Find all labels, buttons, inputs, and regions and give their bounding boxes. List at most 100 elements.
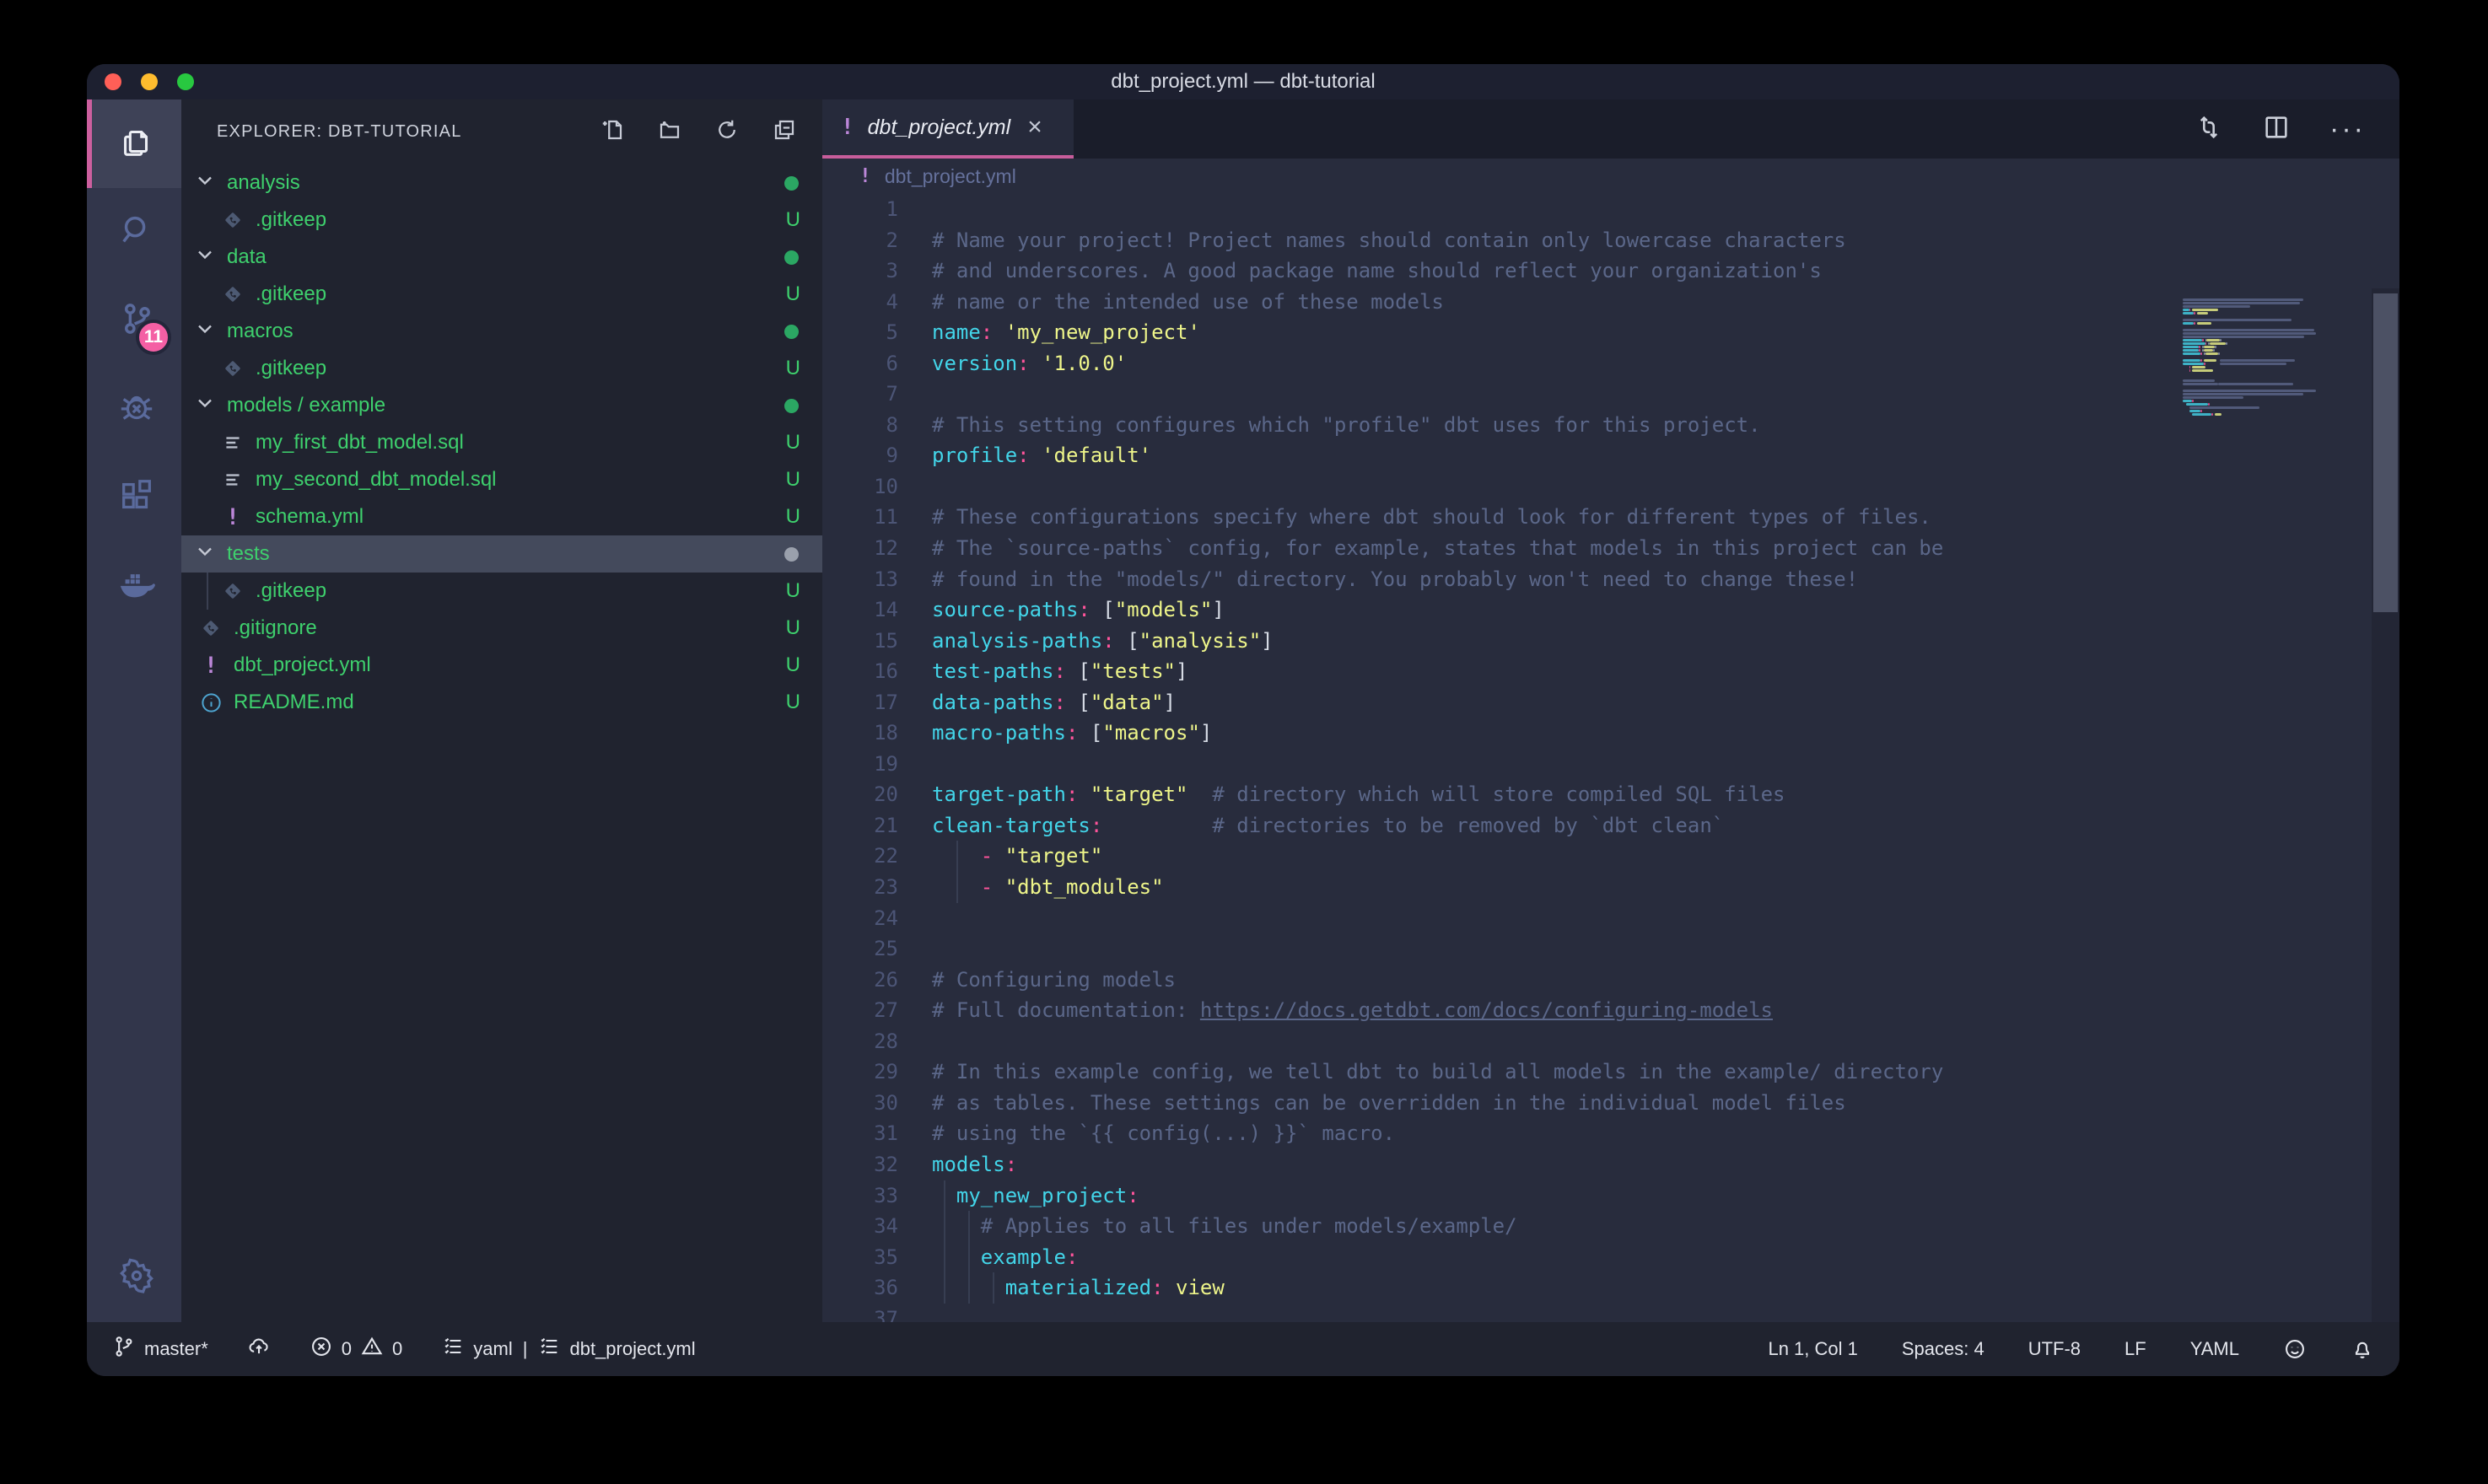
chevron-down-icon: [193, 391, 217, 421]
tree-item-analysis[interactable]: analysis: [181, 164, 822, 202]
close-tab-icon[interactable]: ×: [1027, 113, 1042, 142]
tree-item-my-first-dbt-model-sql[interactable]: my_first_dbt_model.sqlU: [181, 424, 822, 461]
code-line[interactable]: # Configuring models: [932, 965, 2399, 996]
code-line[interactable]: clean-targets: # directories to be remov…: [932, 810, 2399, 841]
code-line[interactable]: # The `source-paths` config, for example…: [932, 533, 2399, 564]
close-window-button[interactable]: [105, 73, 121, 90]
more-actions-icon[interactable]: ···: [2329, 113, 2366, 146]
new-file-icon[interactable]: [600, 117, 625, 148]
minimize-window-button[interactable]: [141, 73, 158, 90]
code-line[interactable]: version: '1.0.0': [932, 348, 2399, 379]
language-mode[interactable]: YAML: [2190, 1338, 2239, 1360]
code-line[interactable]: [932, 903, 2399, 934]
code-line[interactable]: materialized: view: [932, 1272, 2399, 1304]
code-line[interactable]: # Applies to all files under models/exam…: [932, 1211, 2399, 1242]
code-line[interactable]: source-paths: ["models"]: [932, 594, 2399, 626]
code-lines[interactable]: # Name your project! Project names shoul…: [932, 194, 2399, 1322]
tree-item--gitkeep[interactable]: .gitkeepU: [181, 276, 822, 313]
eol-setting[interactable]: LF: [2124, 1338, 2146, 1360]
code-line[interactable]: name: 'my_new_project': [932, 317, 2399, 348]
code-line[interactable]: # name or the intended use of these mode…: [932, 287, 2399, 318]
tree-item--gitkeep[interactable]: .gitkeepU: [181, 573, 822, 610]
code-line[interactable]: [932, 379, 2399, 410]
cursor-position[interactable]: Ln 1, Col 1: [1768, 1338, 1857, 1360]
tree-item-schema-yml[interactable]: !schema.ymlU: [181, 498, 822, 535]
code-line[interactable]: example:: [932, 1242, 2399, 1273]
code-line[interactable]: macro-paths: ["macros"]: [932, 718, 2399, 749]
code-line[interactable]: [932, 933, 2399, 965]
code-line[interactable]: # and underscores. A good package name s…: [932, 255, 2399, 287]
notifications-bell-icon[interactable]: [2351, 1337, 2374, 1361]
tree-item-label: README.md: [234, 691, 354, 714]
activity-explorer-button[interactable]: [87, 99, 181, 188]
line-number: 31: [822, 1118, 932, 1149]
code-line[interactable]: profile: 'default': [932, 440, 2399, 471]
zoom-window-button[interactable]: [177, 73, 194, 90]
code-line[interactable]: - "target": [932, 841, 2399, 872]
tree-item-tests[interactable]: tests: [181, 535, 822, 573]
code-line[interactable]: [932, 471, 2399, 503]
problems-status[interactable]: 0 0: [310, 1335, 403, 1363]
chevron-down-icon: [193, 169, 217, 198]
open-changes-icon[interactable]: [2195, 113, 2223, 146]
new-folder-icon[interactable]: [657, 117, 682, 148]
line-number: 26: [822, 965, 932, 996]
breadcrumb-file-label[interactable]: dbt_project.yml: [885, 165, 1016, 188]
minimap[interactable]: [2183, 295, 2370, 420]
code-line[interactable]: [932, 749, 2399, 780]
code-line[interactable]: # using the `{{ config(...) }}` macro.: [932, 1118, 2399, 1149]
code-line[interactable]: # found in the "models/" directory. You …: [932, 564, 2399, 595]
git-branch-status[interactable]: master*: [112, 1335, 208, 1363]
split-editor-icon[interactable]: [2262, 113, 2291, 146]
activity-debug-button[interactable]: [87, 365, 181, 454]
tree-item-data[interactable]: data: [181, 239, 822, 276]
tab-dbt-project-yml[interactable]: ! dbt_project.yml ×: [822, 99, 1074, 159]
code-line[interactable]: # as tables. These settings can be overr…: [932, 1088, 2399, 1119]
tree-item--gitignore[interactable]: .gitignoreU: [181, 610, 822, 647]
feedback-smiley-icon[interactable]: [2283, 1337, 2307, 1361]
activity-source-control-button[interactable]: 11: [87, 277, 181, 365]
code-line[interactable]: # This setting configures which "profile…: [932, 410, 2399, 441]
tree-item-readme-md[interactable]: README.mdU: [181, 684, 822, 721]
code-line[interactable]: analysis-paths: ["analysis"]: [932, 626, 2399, 657]
task-yaml-status[interactable]: yaml | dbt_project.yml: [441, 1335, 695, 1363]
sync-status[interactable]: [247, 1335, 271, 1363]
collapse-all-icon[interactable]: [772, 117, 797, 148]
code-line[interactable]: # In this example config, we tell dbt to…: [932, 1057, 2399, 1088]
code-line[interactable]: # Full documentation: https://docs.getdb…: [932, 995, 2399, 1026]
code-line[interactable]: [932, 194, 2399, 225]
code-line[interactable]: my_new_project:: [932, 1180, 2399, 1212]
tree-item-macros[interactable]: macros: [181, 313, 822, 350]
code-line[interactable]: target-path: "target" # directory which …: [932, 779, 2399, 810]
code-editor[interactable]: 1234567891011121314151617181920212223242…: [822, 194, 2399, 1322]
tree-item--gitkeep[interactable]: .gitkeepU: [181, 350, 822, 387]
line-number: 25: [822, 933, 932, 965]
code-line[interactable]: test-paths: ["tests"]: [932, 656, 2399, 687]
code-line[interactable]: [932, 1304, 2399, 1322]
code-line[interactable]: [932, 1026, 2399, 1057]
encoding-setting[interactable]: UTF-8: [2028, 1338, 2081, 1360]
activity-extensions-button[interactable]: [87, 454, 181, 542]
code-line[interactable]: models:: [932, 1149, 2399, 1180]
list-icon: [441, 1335, 465, 1363]
indent-guide: [968, 1242, 970, 1273]
tree-item-dbt-project-yml[interactable]: !dbt_project.ymlU: [181, 647, 822, 684]
tree-item-my-second-dbt-model-sql[interactable]: my_second_dbt_model.sqlU: [181, 461, 822, 498]
breadcrumb[interactable]: ! dbt_project.yml: [822, 159, 2399, 194]
scrollbar-thumb[interactable]: [2373, 293, 2398, 612]
code-line[interactable]: - "dbt_modules": [932, 872, 2399, 903]
activity-docker-button[interactable]: [87, 542, 181, 631]
activity-settings-button[interactable]: [87, 1234, 181, 1322]
scrollbar-track[interactable]: [2372, 288, 2399, 1322]
code-line[interactable]: data-paths: ["data"]: [932, 687, 2399, 718]
tree-item-label: .gitignore: [234, 616, 317, 640]
code-line[interactable]: # These configurations specify where dbt…: [932, 502, 2399, 533]
activity-search-button[interactable]: [87, 188, 181, 277]
tree-item-models-example[interactable]: models / example: [181, 387, 822, 424]
indentation-setting[interactable]: Spaces: 4: [1902, 1338, 1984, 1360]
code-line[interactable]: # Name your project! Project names shoul…: [932, 225, 2399, 256]
status-divider: |: [523, 1338, 528, 1360]
refresh-icon[interactable]: [714, 117, 740, 148]
folder-status-dot: [784, 325, 799, 339]
tree-item--gitkeep[interactable]: .gitkeepU: [181, 202, 822, 239]
